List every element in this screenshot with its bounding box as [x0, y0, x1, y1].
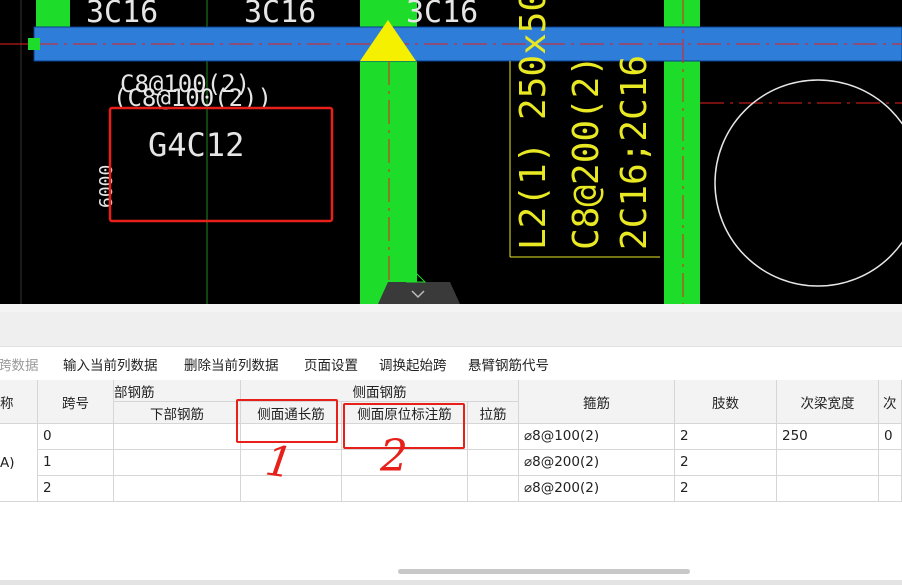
handwritten-number: 1 — [262, 436, 295, 488]
status-strip — [0, 580, 902, 585]
handwritten-number: 2 — [379, 431, 408, 482]
horizontal-scrollbar[interactable] — [398, 569, 690, 574]
handwritten-annotations: 1 2 — [262, 431, 408, 488]
